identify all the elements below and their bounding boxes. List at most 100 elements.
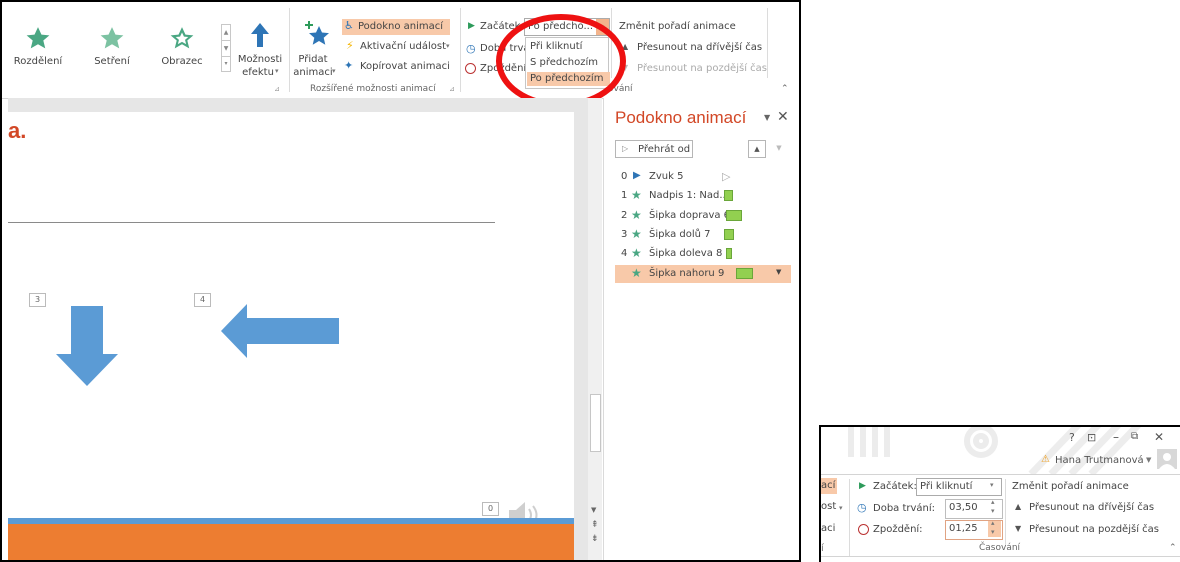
star-icon: ★ xyxy=(631,188,642,202)
move-later-button[interactable]: ▼ Přesunout na pozdější čas xyxy=(1012,523,1172,537)
spin-down-icon[interactable]: ▾ xyxy=(991,528,995,536)
chevron-down-icon[interactable]: ▼ xyxy=(222,40,230,56)
clock-icon: ◷ xyxy=(466,42,476,55)
list-item[interactable]: 2 ★ Šipka doprava 6 xyxy=(615,208,791,224)
play-icon: ▶ xyxy=(633,170,641,181)
start-label: Začátek: xyxy=(873,481,917,492)
animation-pane-button-fragment[interactable]: ací xyxy=(821,478,837,494)
duration-label: Doba trvání: xyxy=(873,503,936,514)
ribbon-display-icon[interactable]: ⊡ xyxy=(1087,431,1096,444)
arrow-up-icon xyxy=(251,23,269,47)
duration-spinner[interactable]: 03,50 ▴ ▾ xyxy=(945,498,1003,519)
lightning-icon: ⚡ xyxy=(346,39,354,52)
list-item[interactable]: 0 ▶ Zvuk 5 ▷ xyxy=(615,169,791,185)
timeline-bar[interactable] xyxy=(724,190,733,201)
item-number: 4 xyxy=(621,248,628,259)
group-divider xyxy=(849,479,850,557)
down-arrow-shape[interactable] xyxy=(56,306,118,386)
spin-down-icon[interactable]: ▾ xyxy=(991,507,995,515)
gallery-item-split[interactable]: Rozdělení xyxy=(8,20,68,70)
minimize-icon[interactable]: – xyxy=(1113,430,1119,444)
gallery-more-icon[interactable]: ▾ xyxy=(222,56,230,71)
star-icon: ★ xyxy=(631,227,642,241)
effect-options-button[interactable]: Možnosti efektu ▾ xyxy=(235,18,285,84)
next-slide-icon[interactable]: ⇟ xyxy=(591,534,599,544)
help-icon[interactable]: ? xyxy=(1069,431,1075,444)
timeline-bar[interactable] xyxy=(736,268,753,279)
delay-spinner[interactable]: 01,25 ▴ ▾ xyxy=(945,519,1003,540)
close-icon[interactable]: ✕ xyxy=(777,109,789,125)
fragment-text: aci xyxy=(821,523,836,534)
move-up-button[interactable]: ▲ xyxy=(748,140,766,158)
move-earlier-button[interactable]: ▲ Přesunout na dřívější čas xyxy=(619,41,769,55)
play-from-button[interactable]: ▷ Přehrát od xyxy=(615,140,693,158)
item-label: Šipka dolů 7 xyxy=(649,229,711,240)
move-later-button[interactable]: ▼ Přesunout na pozdější čas xyxy=(619,62,769,76)
left-arrow-shape[interactable] xyxy=(221,304,339,358)
chevron-down-icon[interactable]: ▼ xyxy=(776,268,781,276)
animation-pane-icon: ♿ xyxy=(344,19,354,32)
dialog-launcher-icon[interactable]: ⊿ xyxy=(449,85,455,93)
play-from-label: Přehrát od xyxy=(638,144,691,155)
vertical-scrollbar[interactable]: ▼ ⇞ ⇟ xyxy=(588,98,602,560)
pane-options-icon[interactable]: ▼ xyxy=(764,113,770,122)
list-item[interactable]: 1 ★ Nadpis 1: Nad... xyxy=(615,188,791,204)
star-icon: ★ xyxy=(631,266,642,280)
item-number: 2 xyxy=(621,210,628,221)
chevron-down-icon[interactable]: ▾ xyxy=(990,481,994,489)
timeline-bar[interactable] xyxy=(724,229,734,240)
trigger-label: Aktivační událost xyxy=(360,41,447,52)
gallery-item-shape[interactable]: Obrazec xyxy=(152,20,212,70)
chevron-down-icon[interactable]: ▼ xyxy=(1146,456,1151,464)
chevron-up-icon[interactable]: ▲ xyxy=(222,25,230,40)
user-name[interactable]: Hana Trutmanová xyxy=(1055,455,1144,466)
duration-value: 03,50 xyxy=(949,502,978,513)
pane-title: Podokno animací xyxy=(615,108,747,127)
delay-label: Zpoždění: xyxy=(873,524,923,535)
restore-icon[interactable]: ⧉ xyxy=(1131,431,1138,442)
move-earlier-label: Přesunout na dřívější čas xyxy=(1029,502,1155,513)
dialog-launcher-icon[interactable]: ⊿ xyxy=(274,85,280,93)
main-window: Rozdělení Setření Obrazec ▲ ▼ ▾ Možnosti… xyxy=(0,0,801,562)
triangle-down-icon: ▼ xyxy=(1015,524,1022,533)
gallery-item-wipe[interactable]: Setření xyxy=(82,20,142,70)
move-down-button[interactable]: ▼ xyxy=(770,140,788,158)
timeline-bar[interactable] xyxy=(726,210,742,221)
user-icon xyxy=(1159,453,1175,469)
fragment-text: í xyxy=(821,543,824,554)
orange-band xyxy=(8,524,574,560)
gallery-label: Rozdělení xyxy=(13,56,63,67)
animation-tag: 3 xyxy=(29,293,46,307)
start-combobox[interactable]: Při kliknutí ▾ xyxy=(916,478,1002,496)
previous-slide-icon[interactable]: ⇞ xyxy=(591,520,599,530)
spin-up-icon[interactable]: ▴ xyxy=(991,519,995,527)
move-later-label: Přesunout na pozdější čas xyxy=(637,63,767,74)
add-animation-label2: animaci xyxy=(293,67,333,78)
animation-painter-label: Kopírovat animaci xyxy=(360,61,450,72)
list-item-selected[interactable]: ★ Šipka nahoru 9 ▼ xyxy=(615,265,791,283)
collapse-ribbon-icon[interactable]: ⌃ xyxy=(1169,543,1177,553)
spin-up-icon[interactable]: ▴ xyxy=(991,498,995,506)
timeline-bar[interactable] xyxy=(726,248,732,259)
chevron-down-icon: ▾ xyxy=(839,504,843,512)
ribbon: Rozdělení Setření Obrazec ▲ ▼ ▾ Možnosti… xyxy=(2,2,799,108)
inset-ribbon-window: ? ⊡ – ⧉ ✕ ⚠ Hana Trutmanová ▼ ací ost ▾ … xyxy=(819,425,1180,562)
add-animation-button[interactable]: Přidat animaci ▾ xyxy=(293,18,339,84)
list-item[interactable]: 3 ★ Šipka dolů 7 xyxy=(615,227,791,243)
avatar[interactable] xyxy=(1157,449,1177,469)
move-earlier-button[interactable]: ▲ Přesunout na dřívější čas xyxy=(1012,501,1172,515)
slide-title-fragment[interactable]: a. xyxy=(8,118,26,144)
animation-pane-button[interactable]: ♿ Podokno animací xyxy=(342,19,450,35)
gallery-scroller[interactable]: ▲ ▼ ▾ xyxy=(221,24,231,72)
item-label: Nadpis 1: Nad... xyxy=(649,190,729,201)
list-item[interactable]: 4 ★ Šipka doleva 8 xyxy=(615,246,791,262)
scrollbar-thumb[interactable] xyxy=(590,394,601,452)
add-animation-label1: Přidat xyxy=(298,54,328,65)
painter-icon: ✦ xyxy=(344,59,354,72)
chevron-down-icon[interactable]: ▼ xyxy=(591,506,596,514)
animation-painter-button[interactable]: ✦ Kopírovat animaci xyxy=(342,59,462,75)
close-icon[interactable]: ✕ xyxy=(1154,430,1164,444)
trigger-button[interactable]: ⚡ Aktivační událost ▾ xyxy=(342,39,462,55)
collapse-ribbon-icon[interactable]: ⌃ xyxy=(781,84,789,94)
slide-editor: a. 3 4 0 ▼ ⇞ ⇟ xyxy=(8,98,602,560)
